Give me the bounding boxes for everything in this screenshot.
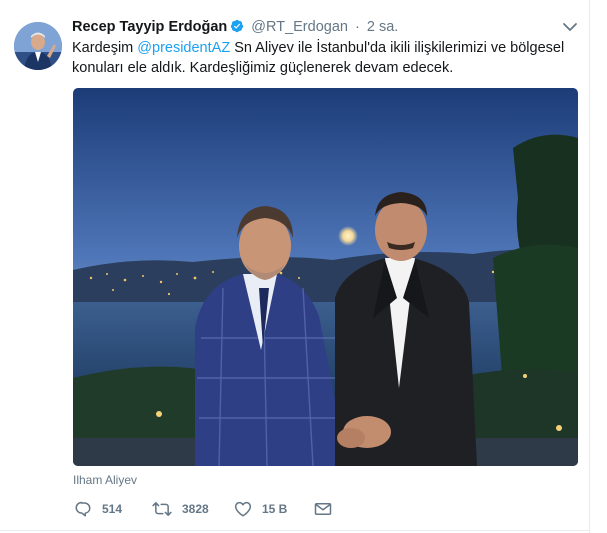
tweet-photo[interactable] <box>73 88 578 466</box>
tweet-card[interactable]: Recep Tayyip Erdoğan @RT_Erdogan · 2 sa.… <box>0 0 590 533</box>
tweet-timestamp[interactable]: 2 sa. <box>367 19 398 35</box>
heart-icon <box>234 501 252 517</box>
header-separator: · <box>354 19 360 35</box>
tweet-header: Recep Tayyip Erdoğan @RT_Erdogan · 2 sa. <box>72 17 398 37</box>
like-button[interactable]: 15 B <box>234 500 287 518</box>
author-fullname[interactable]: Recep Tayyip Erdoğan <box>72 19 227 35</box>
retweet-button[interactable]: 3828 <box>152 500 209 518</box>
direct-message-button[interactable] <box>314 500 332 518</box>
envelope-icon <box>314 503 332 515</box>
author-avatar[interactable] <box>14 22 62 70</box>
page-gutter <box>590 0 607 533</box>
reply-count: 514 <box>102 502 123 516</box>
avatar-image <box>14 22 62 70</box>
tweet-actions: 514 3828 15 B <box>72 500 392 520</box>
tweet-text-start: Kardeşim <box>72 40 138 56</box>
reply-button[interactable]: 514 <box>74 500 122 518</box>
tweet-text: Kardeşim @presidentAZ Sn Aliyev ile İsta… <box>72 38 572 78</box>
retweet-icon <box>152 502 172 516</box>
reply-icon <box>75 501 91 517</box>
verified-badge-icon <box>231 19 244 33</box>
photo-image <box>73 88 578 466</box>
mention-link[interactable]: @presidentAZ <box>137 40 230 56</box>
tweet-divider <box>0 530 590 531</box>
chevron-down-icon[interactable] <box>562 20 578 34</box>
photo-tag[interactable]: Ilham Aliyev <box>73 472 137 488</box>
retweet-count: 3828 <box>182 502 209 516</box>
author-screen-name[interactable]: @RT_Erdogan <box>251 19 348 35</box>
like-count: 15 B <box>262 502 288 516</box>
